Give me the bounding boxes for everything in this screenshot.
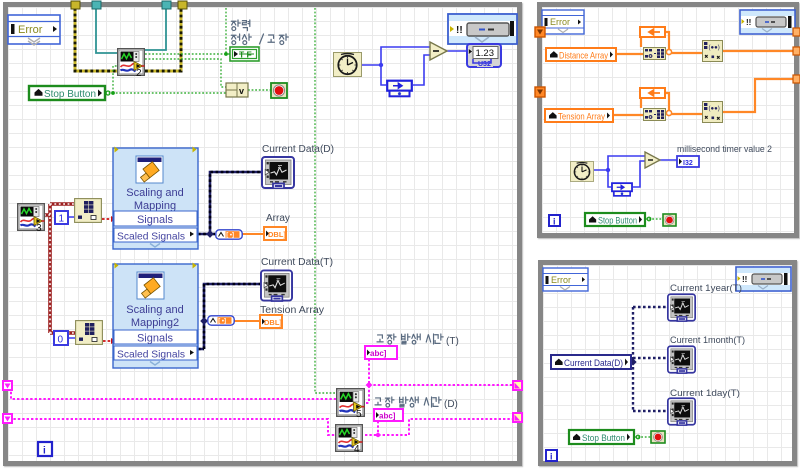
svg-text:3: 3	[36, 223, 42, 234]
svg-text:I32: I32	[683, 160, 693, 167]
svg-text:Current Data(D): Current Data(D)	[262, 144, 334, 155]
svg-text:Scaling and: Scaling and	[126, 187, 184, 199]
svg-text:Signals: Signals	[137, 333, 174, 345]
svg-text:millisecond timer value 2: millisecond timer value 2	[677, 144, 772, 154]
svg-text:0: 0	[58, 335, 64, 346]
svg-text:U32: U32	[478, 61, 491, 68]
svg-text:Tension Array: Tension Array	[558, 112, 605, 123]
svg-text:i: i	[553, 217, 556, 227]
svg-text:1: 1	[59, 214, 65, 225]
svg-text:Distance Array: Distance Array	[559, 51, 608, 62]
svg-text:Current Data(D): Current Data(D)	[564, 358, 623, 369]
svg-text:Error: Error	[550, 17, 570, 27]
svg-text:!!: !!	[456, 25, 463, 36]
svg-text:Array: Array	[266, 213, 290, 224]
svg-text:Stop Button: Stop Button	[598, 216, 637, 226]
svg-text:(D): (D)	[444, 399, 458, 410]
svg-text:Current 1year(T): Current 1year(T)	[670, 283, 742, 294]
svg-text:(T): (T)	[446, 336, 459, 347]
svg-text:i: i	[550, 452, 553, 462]
svg-text:Mapping2: Mapping2	[131, 317, 179, 329]
svg-text:Error: Error	[551, 275, 571, 285]
svg-text:1.23: 1.23	[476, 48, 495, 59]
svg-text:Current 1day(T): Current 1day(T)	[670, 388, 740, 399]
svg-text:Current Data(T): Current Data(T)	[261, 257, 333, 268]
svg-text:i: i	[43, 446, 46, 457]
svg-text:5: 5	[356, 409, 362, 420]
svg-text:Error: Error	[18, 24, 43, 36]
svg-text:abc]: abc]	[370, 349, 387, 358]
svg-text:v: v	[239, 86, 244, 96]
svg-text:Stop Button: Stop Button	[44, 88, 96, 100]
svg-text:Stop Button: Stop Button	[582, 433, 625, 443]
svg-text:DBL]: DBL]	[264, 318, 282, 327]
svg-text:Scaled Signals: Scaled Signals	[117, 231, 185, 243]
svg-text:2: 2	[136, 68, 142, 79]
svg-text:Scaled Signals: Scaled Signals	[117, 349, 185, 361]
svg-text:Mapping: Mapping	[134, 200, 176, 212]
svg-text:!!: !!	[742, 275, 747, 284]
svg-text:4: 4	[354, 444, 360, 455]
svg-text:!!: !!	[746, 18, 751, 27]
svg-text:Scaling and: Scaling and	[126, 304, 184, 316]
svg-text:DBL]: DBL]	[268, 230, 286, 239]
svg-text:Current 1month(T): Current 1month(T)	[670, 335, 745, 346]
svg-text:abc]: abc]	[379, 412, 396, 421]
svg-text:Signals: Signals	[137, 214, 174, 226]
